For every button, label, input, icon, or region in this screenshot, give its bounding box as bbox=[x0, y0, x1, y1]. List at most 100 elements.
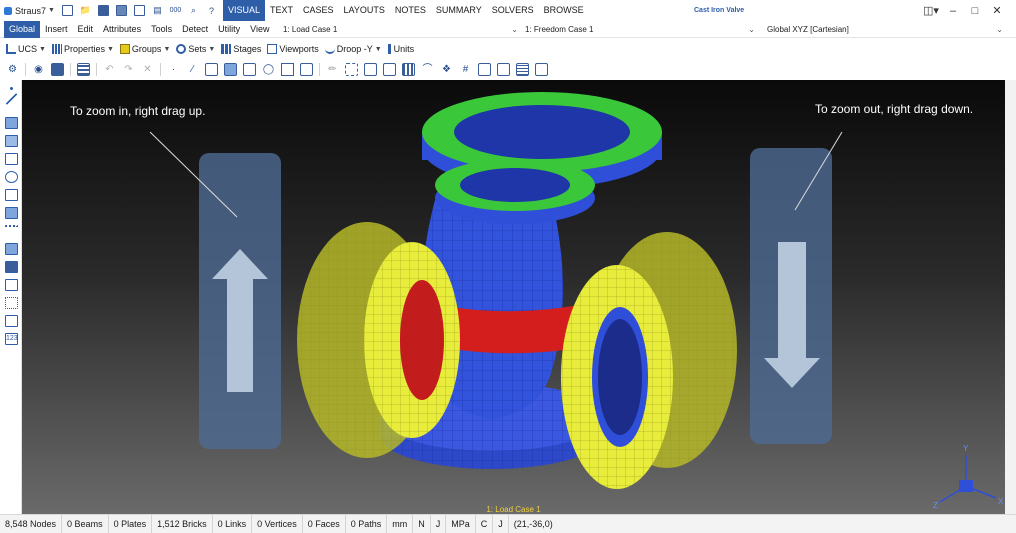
viewport-load-case-label: 1: Load Case 1 bbox=[486, 505, 541, 514]
droop-button[interactable]: Droop -Y ▼ bbox=[324, 44, 382, 54]
delete-icon[interactable]: ✕ bbox=[141, 63, 154, 76]
tab-summary[interactable]: SUMMARY bbox=[431, 0, 487, 21]
pencil-icon[interactable]: ✏ bbox=[326, 63, 339, 76]
zoom-window-icon[interactable] bbox=[383, 63, 396, 76]
brick-icon[interactable] bbox=[224, 63, 237, 76]
status-unit-temperature[interactable]: C bbox=[476, 514, 494, 533]
numbering-tool-icon[interactable]: 123 bbox=[5, 333, 18, 345]
app-menu-chevron-icon[interactable]: ▼ bbox=[48, 7, 55, 14]
coordinate-system-select[interactable]: Global XYZ [Cartesian] ⌄ bbox=[767, 22, 1003, 37]
load-path-tool-icon[interactable] bbox=[5, 207, 18, 219]
tab-layouts[interactable]: LAYOUTS bbox=[339, 0, 390, 21]
layers-icon[interactable]: ❖ bbox=[440, 63, 453, 76]
link-icon[interactable] bbox=[243, 63, 256, 76]
menu-detect[interactable]: Detect bbox=[177, 21, 213, 38]
report-icon[interactable]: ▤ bbox=[152, 5, 163, 16]
undo-icon[interactable]: ↶ bbox=[103, 63, 116, 76]
node-grid-icon[interactable] bbox=[402, 63, 415, 76]
tab-visual[interactable]: VISUAL bbox=[222, 0, 265, 21]
tab-cases[interactable]: CASES bbox=[298, 0, 339, 21]
new-file-icon[interactable] bbox=[61, 5, 73, 16]
hash-icon[interactable]: # bbox=[459, 63, 472, 76]
units-label: Units bbox=[393, 44, 415, 54]
viewports-button[interactable]: Viewports bbox=[267, 44, 319, 54]
table-icon[interactable] bbox=[516, 63, 529, 76]
save-all-icon[interactable] bbox=[115, 5, 127, 16]
menu-attributes[interactable]: Attributes bbox=[98, 21, 146, 38]
binoculars-icon[interactable]: ◉ bbox=[32, 63, 45, 76]
plate-tool-icon[interactable] bbox=[5, 117, 18, 129]
select-region-icon[interactable] bbox=[345, 63, 358, 76]
tab-solvers[interactable]: SOLVERS bbox=[487, 0, 539, 21]
valve-mesh-model[interactable] bbox=[297, 92, 737, 489]
face-icon[interactable] bbox=[281, 63, 294, 76]
status-nodes: 8,548 Nodes bbox=[0, 514, 63, 533]
viewport-canvas[interactable]: Y X Z bbox=[22, 80, 1005, 514]
group-frame-icon[interactable] bbox=[300, 63, 313, 76]
layout-menu-icon[interactable]: ◫▾ bbox=[920, 4, 942, 17]
print-icon[interactable] bbox=[133, 5, 145, 16]
menu-tools[interactable]: Tools bbox=[146, 21, 177, 38]
brick-tool-icon[interactable] bbox=[5, 135, 18, 147]
close-icon[interactable]: ✕ bbox=[986, 4, 1008, 17]
ruler-icon[interactable]: ⌒ bbox=[421, 63, 434, 76]
node-icon[interactable]: · bbox=[167, 63, 180, 76]
menu-view[interactable]: View bbox=[245, 21, 274, 38]
entity-display-icon[interactable] bbox=[497, 63, 510, 76]
ucs-button[interactable]: UCS ▼ bbox=[6, 44, 46, 54]
move-tool-icon[interactable] bbox=[5, 243, 18, 255]
face-tool-icon[interactable] bbox=[5, 189, 18, 201]
load-case-select[interactable]: 1: Load Case 1 ⌄ bbox=[283, 22, 518, 37]
vertex-tool-icon[interactable] bbox=[5, 171, 18, 183]
fit-icon[interactable] bbox=[364, 63, 377, 76]
help-icon[interactable]: ? bbox=[206, 5, 217, 16]
model-viewport[interactable]: Y X Z To zoom in, right drag up. To zoom… bbox=[22, 80, 1005, 514]
frame-tool-icon[interactable] bbox=[5, 261, 18, 273]
redo-icon[interactable]: ↷ bbox=[122, 63, 135, 76]
status-unit-length[interactable]: mm bbox=[387, 514, 414, 533]
beam-tool-icon[interactable] bbox=[5, 92, 18, 106]
window-tool-icon[interactable] bbox=[5, 315, 18, 327]
open-folder-icon[interactable]: 📁 bbox=[80, 5, 91, 16]
menu-utility[interactable]: Utility bbox=[213, 21, 245, 38]
viewport-right-strip bbox=[1005, 80, 1016, 514]
status-unit-force[interactable]: N bbox=[413, 514, 431, 533]
groups-button[interactable]: Groups ▼ bbox=[119, 44, 170, 54]
status-links: 0 Links bbox=[213, 514, 253, 533]
grid-select-icon[interactable] bbox=[77, 63, 90, 76]
maximize-icon[interactable]: □ bbox=[964, 5, 986, 17]
chevron-down-icon: ⌄ bbox=[511, 25, 518, 34]
menu-insert[interactable]: Insert bbox=[40, 21, 73, 38]
find-icon[interactable]: ⌕ bbox=[188, 5, 199, 16]
tab-notes[interactable]: NOTES bbox=[390, 0, 431, 21]
camera-icon[interactable] bbox=[51, 63, 64, 76]
node-tool-icon[interactable] bbox=[10, 87, 13, 90]
connection-tool-icon[interactable] bbox=[5, 225, 18, 237]
minimize-icon[interactable]: – bbox=[942, 5, 964, 17]
show-hide-icon[interactable] bbox=[478, 63, 491, 76]
menu-global[interactable]: Global bbox=[4, 20, 41, 38]
load-case-value: 1: Load Case 1 bbox=[283, 25, 338, 34]
tab-text[interactable]: TEXT bbox=[265, 0, 298, 21]
units-button[interactable]: Units bbox=[387, 44, 415, 54]
gear-icon[interactable]: ⚙ bbox=[6, 63, 19, 76]
link-tool-icon[interactable] bbox=[5, 153, 18, 165]
status-unit-stress[interactable]: MPa bbox=[446, 514, 476, 533]
app-name[interactable]: Straus7 bbox=[15, 6, 46, 16]
sets-button[interactable]: Sets ▼ bbox=[176, 44, 215, 54]
dotted-grid-tool-icon[interactable] bbox=[5, 297, 18, 309]
monitor-tool-icon[interactable] bbox=[5, 279, 18, 291]
save-icon[interactable] bbox=[97, 5, 109, 16]
plate-icon[interactable] bbox=[205, 63, 218, 76]
stages-button[interactable]: Stages bbox=[221, 44, 261, 54]
view-mode-icon[interactable] bbox=[535, 63, 548, 76]
status-unit-energy[interactable]: J bbox=[431, 514, 447, 533]
freedom-case-select[interactable]: 1: Freedom Case 1 ⌄ bbox=[525, 22, 755, 37]
beam-icon[interactable]: ∕ bbox=[186, 63, 199, 76]
properties-button[interactable]: Properties ▼ bbox=[51, 44, 114, 54]
status-unit-energy-j[interactable]: J bbox=[493, 514, 509, 533]
menu-edit[interactable]: Edit bbox=[73, 21, 99, 38]
cylinder-icon[interactable]: ◯ bbox=[262, 63, 275, 76]
numbering-icon[interactable]: 000 bbox=[170, 5, 182, 16]
tab-browse[interactable]: BROWSE bbox=[539, 0, 589, 21]
